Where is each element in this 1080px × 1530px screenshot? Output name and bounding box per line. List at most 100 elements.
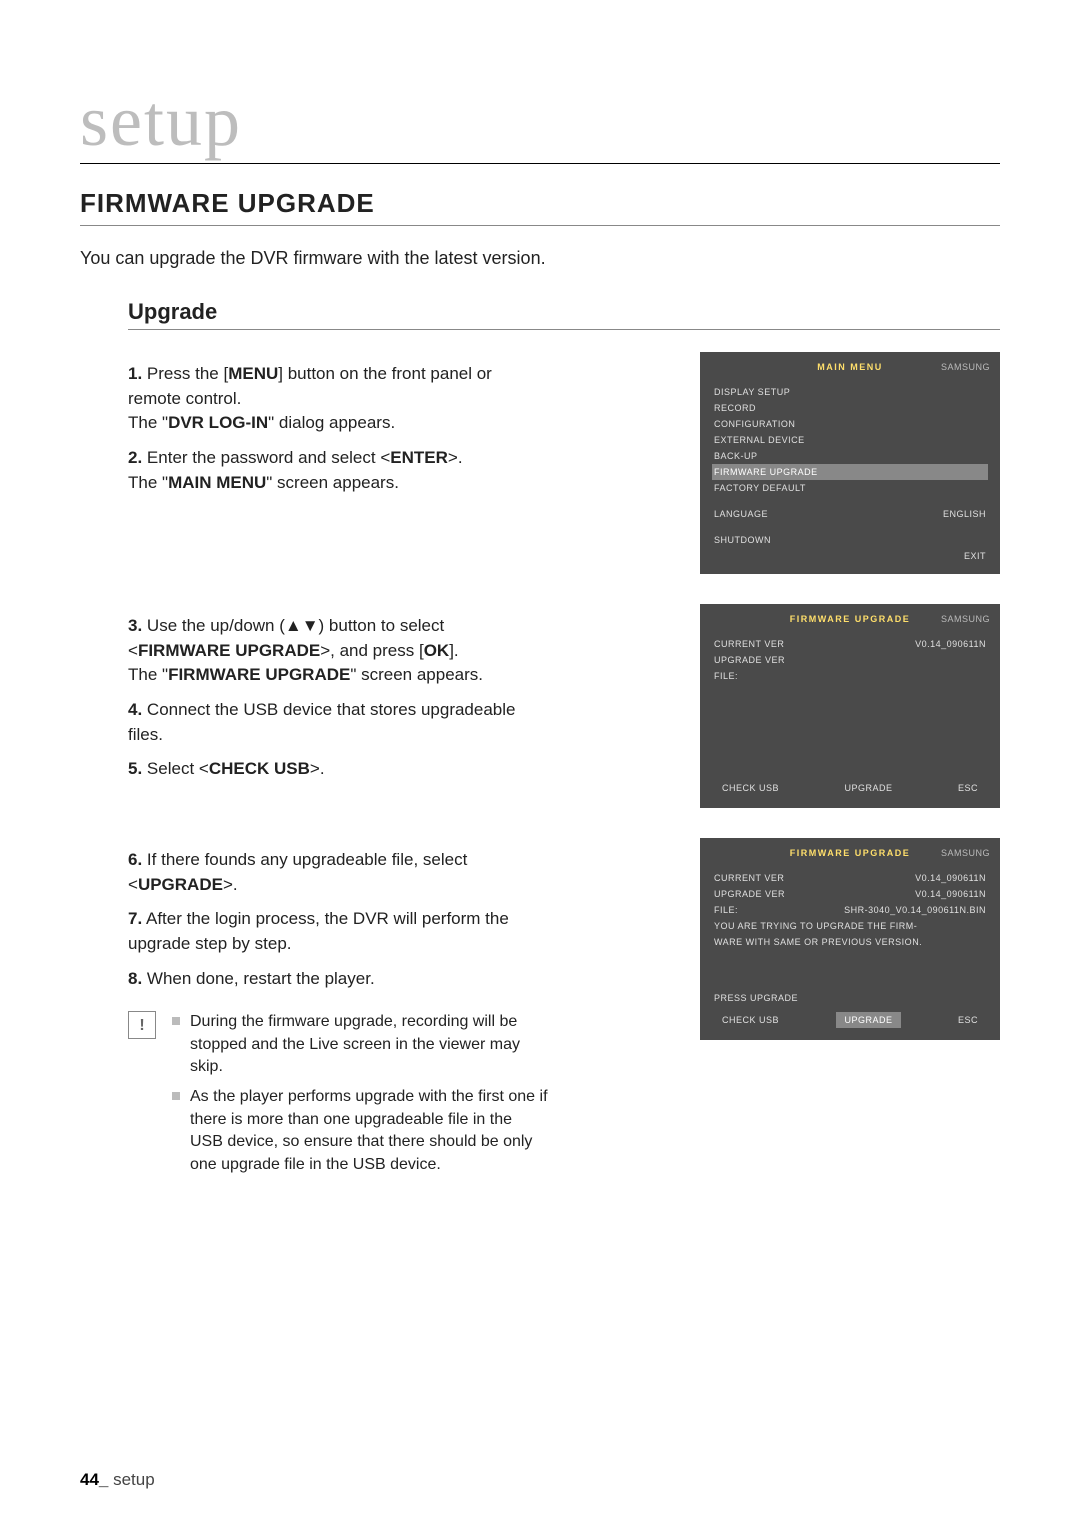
current-ver-value: V0.14_090611N: [915, 639, 986, 649]
step-number: 5.: [128, 759, 142, 778]
upgrade-ver-label: UPGRADE VER: [714, 655, 785, 665]
step-text: The ": [128, 473, 168, 492]
screen-title: FIRMWARE UPGRADE: [790, 848, 911, 858]
current-ver-row: CURRENT VER V0.14_090611N: [712, 636, 988, 652]
menu-item-language[interactable]: LANGUAGE ENGLISH: [712, 506, 988, 522]
firmware-upgrade-screen-1: FIRMWARE UPGRADE SAMSUNG CURRENT VER V0.…: [700, 604, 1000, 808]
steps-a: 1. Press the [MENU] button on the front …: [128, 352, 548, 505]
step-number: 7.: [128, 909, 142, 928]
step-text: " screen appears.: [350, 665, 483, 684]
upgrade-ver-row: UPGRADE VER: [712, 652, 988, 668]
firmware-upgrade-label: FIRMWARE UPGRADE: [138, 641, 320, 660]
main-menu-label: MAIN MENU: [168, 473, 266, 492]
main-menu-screen: MAIN MENU SAMSUNG DISPLAY SETUP RECORD C…: [700, 352, 1000, 574]
step-number: 3.: [128, 616, 142, 635]
warn-line1: YOU ARE TRYING TO UPGRADE THE FIRM-: [712, 918, 988, 934]
file-label: FILE:: [714, 671, 738, 681]
exit-button[interactable]: EXIT: [712, 548, 988, 564]
step-number: 8.: [128, 969, 142, 988]
file-row: FILE:: [712, 668, 988, 684]
file-label: FILE:: [714, 905, 738, 915]
menu-item-external-device[interactable]: EXTERNAL DEVICE: [712, 432, 988, 448]
upgrade-ver-value: V0.14_090611N: [915, 889, 986, 899]
steps-b: 3. Use the up/down (▲▼) button to select…: [128, 604, 548, 792]
note-text: As the player performs upgrade with the …: [190, 1086, 548, 1176]
step-text: >, and press [: [320, 641, 423, 660]
step-text: Enter the password and select <: [147, 448, 390, 467]
page: setup FIRMWARE UPGRADE You can upgrade t…: [0, 0, 1080, 1530]
step-text: ].: [449, 641, 458, 660]
step-text: " screen appears.: [266, 473, 399, 492]
menu-item-configuration[interactable]: CONFIGURATION: [712, 416, 988, 432]
brand-label: SAMSUNG: [941, 362, 990, 372]
upgrade-button[interactable]: UPGRADE: [836, 1012, 900, 1028]
step-text: >.: [448, 448, 463, 467]
brand-label: SAMSUNG: [941, 614, 990, 624]
step-text: Press the [: [147, 364, 228, 383]
step-text: After the login process, the DVR will pe…: [128, 909, 509, 953]
enter-label: ENTER: [390, 448, 448, 467]
menu-item-record[interactable]: RECORD: [712, 400, 988, 416]
screen-title: FIRMWARE UPGRADE: [790, 614, 911, 624]
esc-button[interactable]: ESC: [950, 780, 986, 796]
footer-text: setup: [108, 1470, 154, 1489]
ok-label: OK: [424, 641, 450, 660]
instruction-block-1: 1. Press the [MENU] button on the front …: [80, 352, 1000, 574]
step-text: >.: [310, 759, 325, 778]
check-usb-button[interactable]: CHECK USB: [714, 780, 787, 796]
menu-item-backup[interactable]: BACK-UP: [712, 448, 988, 464]
upgrade-button[interactable]: UPGRADE: [836, 780, 900, 796]
bullet-icon: [172, 1092, 180, 1100]
step-text: The ": [128, 413, 168, 432]
note-box: ! During the firmware upgrade, recording…: [128, 1011, 548, 1184]
current-ver-row: CURRENT VER V0.14_090611N: [712, 870, 988, 886]
subsection-heading: Upgrade: [128, 299, 1000, 330]
warn-line2: WARE WITH SAME OR PREVIOUS VERSION.: [712, 934, 988, 950]
bullet-icon: [172, 1017, 180, 1025]
section-heading: FIRMWARE UPGRADE: [80, 188, 1000, 226]
menu-item-factory-default[interactable]: FACTORY DEFAULT: [712, 480, 988, 496]
step-number: 2.: [128, 448, 142, 467]
check-usb-label: CHECK USB: [209, 759, 310, 778]
current-ver-value: V0.14_090611N: [915, 873, 986, 883]
upgrade-ver-row: UPGRADE VER V0.14_090611N: [712, 886, 988, 902]
page-footer: 44_ setup: [80, 1470, 155, 1490]
step-text: Connect the USB device that stores upgra…: [128, 700, 516, 744]
menu-item-firmware-upgrade[interactable]: FIRMWARE UPGRADE: [712, 464, 988, 480]
language-value: ENGLISH: [943, 509, 986, 519]
page-number: 44_: [80, 1470, 108, 1489]
step-text: " dialog appears.: [268, 413, 395, 432]
upgrade-label: UPGRADE: [138, 875, 223, 894]
steps-c: 6. If there founds any upgradeable file,…: [128, 838, 548, 1184]
menu-item-display-setup[interactable]: DISPLAY SETUP: [712, 384, 988, 400]
press-upgrade-label: PRESS UPGRADE: [712, 990, 988, 1006]
current-ver-label: CURRENT VER: [714, 639, 784, 649]
firmware-upgrade-screen-2: FIRMWARE UPGRADE SAMSUNG CURRENT VER V0.…: [700, 838, 1000, 1040]
instruction-block-3: 6. If there founds any upgradeable file,…: [80, 838, 1000, 1184]
language-label: LANGUAGE: [714, 509, 768, 519]
dialog-name: DVR LOG-IN: [168, 413, 268, 432]
file-row: FILE: SHR-3040_V0.14_090611N.BIN: [712, 902, 988, 918]
instruction-block-2: 3. Use the up/down (▲▼) button to select…: [80, 604, 1000, 808]
step-number: 1.: [128, 364, 142, 383]
menu-item-shutdown[interactable]: SHUTDOWN: [712, 532, 988, 548]
note-text: During the firmware upgrade, recording w…: [190, 1011, 548, 1078]
intro-text: You can upgrade the DVR firmware with th…: [80, 248, 1000, 269]
check-usb-button[interactable]: CHECK USB: [714, 1012, 787, 1028]
esc-button[interactable]: ESC: [950, 1012, 986, 1028]
upgrade-ver-label: UPGRADE VER: [714, 889, 785, 899]
current-ver-label: CURRENT VER: [714, 873, 784, 883]
note-body: During the firmware upgrade, recording w…: [172, 1011, 548, 1184]
step-number: 6.: [128, 850, 142, 869]
screen-title: MAIN MENU: [817, 362, 883, 372]
caution-icon: !: [128, 1011, 156, 1039]
chapter-title: setup: [80, 80, 1000, 164]
firmware-upgrade-screen-label: FIRMWARE UPGRADE: [168, 665, 350, 684]
step-text: Select <: [147, 759, 209, 778]
step-text: When done, restart the player.: [147, 969, 375, 988]
step-number: 4.: [128, 700, 142, 719]
menu-label: MENU: [228, 364, 278, 383]
step-text: >.: [223, 875, 238, 894]
step-text: The ": [128, 665, 168, 684]
brand-label: SAMSUNG: [941, 848, 990, 858]
